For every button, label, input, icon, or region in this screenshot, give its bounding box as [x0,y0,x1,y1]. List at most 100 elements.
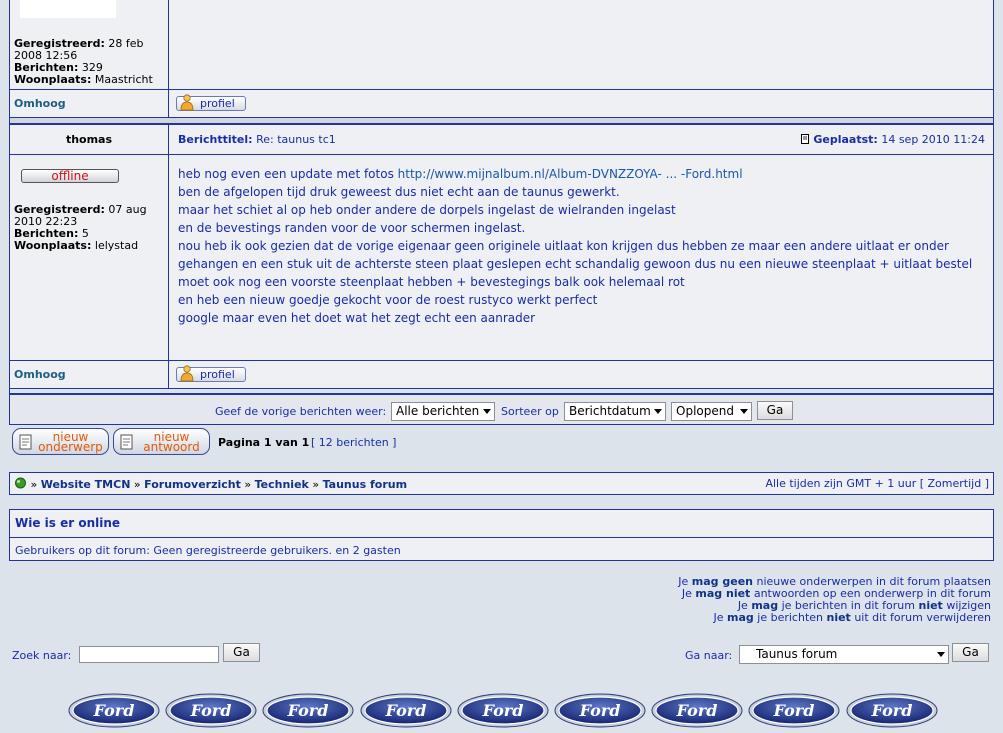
ford-logo-text: Ford [190,701,232,720]
location-label: Woonplaats: [14,73,92,86]
posted-value: 14 sep 2010 11:24 [881,133,985,146]
column-divider [168,124,169,388]
post2-author-cell [9,155,169,360]
post2-subject: Berichttitel: Re: taunus tc1 [178,133,336,146]
breadcrumb-sep: » [244,478,252,491]
breadcrumb-website-tmcn[interactable]: Website TMCN [41,478,131,491]
ford-logo: Ford [262,693,354,728]
perm-mid: je berichten [753,611,827,624]
document-icon [120,434,133,450]
location-label: Woonplaats: [14,239,92,252]
breadcrumb-forum-index[interactable]: Forumoverzicht [144,478,241,491]
post-line: ben de afgelopen tijd druk geweest dus n… [178,185,620,199]
posts-count-link[interactable]: [ 12 berichten ] [311,436,396,449]
ford-logo: Ford [554,693,646,728]
post2-top-link[interactable]: Omhoog [14,368,66,381]
breadcrumb-sep: » [30,478,38,491]
perm-bold2: niet [826,611,851,624]
permission-line: Je mag je berichten niet uit dit forum v… [678,611,992,624]
sort-value: Berichtdatum [569,404,651,418]
sort-label: Sorteer op [501,405,559,418]
perm-pre: Je [713,611,728,624]
online-text: Gebruikers op dit forum: Geen geregistre… [15,544,401,557]
perm-post: uit dit forum verwijderen [850,611,991,624]
chevron-down-icon [937,652,945,657]
sort-select[interactable]: Berichtdatum [564,402,666,421]
offline-status-badge: offline [21,169,119,183]
search-input[interactable] [79,646,219,663]
order-value: Oplopend [676,404,734,418]
new-reply-button[interactable]: nieuw antwoord [113,428,210,455]
posted-label: Geplaatst: [813,133,878,146]
row-line [9,123,994,125]
location-value: Maastricht [94,73,153,86]
post2-posted: Geplaatst: 14 sep 2010 11:24 [800,133,985,146]
ford-logo-text: Ford [579,701,621,720]
ford-logo-text: Ford [287,701,329,720]
row-line [9,424,994,425]
pagination-text: Pagina 1 van 1 [218,436,310,449]
chevron-down-icon [740,409,748,414]
post1-body-cell [169,0,993,89]
chevron-down-icon [654,409,662,414]
ford-logo-text: Ford [870,701,912,720]
post1-user-info: Geregistreerd: 28 feb 2008 12:56 Bericht… [14,38,164,86]
ford-logo-text: Ford [93,701,135,720]
column-divider [168,0,169,117]
breadcrumb-techniek[interactable]: Techniek [255,478,309,491]
user-icon [180,94,194,111]
post-line: moet ook nog een voorste steenplaat hebb… [178,275,685,289]
ford-logo: Ford [651,693,743,728]
jump-go-button[interactable]: Ga [952,643,989,662]
post1-top-link[interactable]: Omhoog [14,97,66,110]
subject-label: Berichttitel: [178,133,253,146]
jump-label: Ga naar: [685,649,733,662]
profile-label: profiel [200,368,235,381]
ford-logo: Ford [165,693,257,728]
ford-logo: Ford [846,693,938,728]
row-line [9,117,994,118]
search-go-button[interactable]: Ga [223,643,260,662]
perm-bold: mag [727,611,754,624]
post2-footer-right [169,361,993,388]
perm-pre: Je [681,587,696,600]
breadcrumb: » Website TMCN » Forumoverzicht » Techni… [14,477,407,491]
post2-body: heb nog even een update met fotos http:/… [178,165,972,327]
post1-profile-button[interactable]: profiel [176,94,246,111]
post2-user-info: Geregistreerd: 07 aug 2010 22:23 Bericht… [14,204,164,252]
post-line: nou heb ik ook gezien dat de vorige eige… [178,239,949,253]
row-line [9,154,994,155]
search-label: Zoek naar: [12,649,72,662]
forum-home-icon[interactable] [14,477,27,490]
album-link[interactable]: http://www.mijnalbum.nl/Album-DVNZZOYA- … [398,167,743,181]
breadcrumb-taunus-forum[interactable]: Taunus forum [323,478,407,491]
post2-profile-button[interactable]: profiel [176,365,246,382]
location-value: lelystad [94,239,139,252]
ford-logo: Ford [68,693,160,728]
table-left-border [9,0,10,425]
post-line: en heb een nieuw goedje gekocht voor de … [178,293,598,307]
filter-go-button[interactable]: Ga [757,401,793,420]
post-icon[interactable] [800,134,810,144]
new-topic-button[interactable]: nieuw onderwerp [12,428,109,455]
show-posts-select[interactable]: Alle berichten [391,402,495,421]
post-line: gehangen en een stuk uit de achterste st… [178,257,973,271]
table-right-border [993,0,994,425]
timezone-text: Alle tijden zijn GMT + 1 uur [ Zomertijd… [765,477,989,490]
post2-author-name[interactable]: thomas [9,133,169,146]
ford-logo: Ford [748,693,840,728]
post-line-text: heb nog even een update met fotos [178,167,398,181]
ford-logo-text: Ford [676,701,718,720]
order-select[interactable]: Oplopend [671,402,752,421]
row-line [9,393,994,395]
row-line [9,360,994,361]
post-line: maar het schiet al op heb onder andere d… [178,203,676,217]
breadcrumb-sep: » [133,478,141,491]
ford-logo: Ford [457,693,549,728]
post-line: google maar even het doet wat het zegt e… [178,311,536,325]
row-line [9,388,994,389]
jump-select[interactable]: Taunus forum [739,645,949,664]
permissions-list: Je mag geen nieuwe onderwerpen in dit fo… [678,576,991,624]
ford-logo: Ford [360,693,452,728]
post1-footer-right [169,90,993,117]
